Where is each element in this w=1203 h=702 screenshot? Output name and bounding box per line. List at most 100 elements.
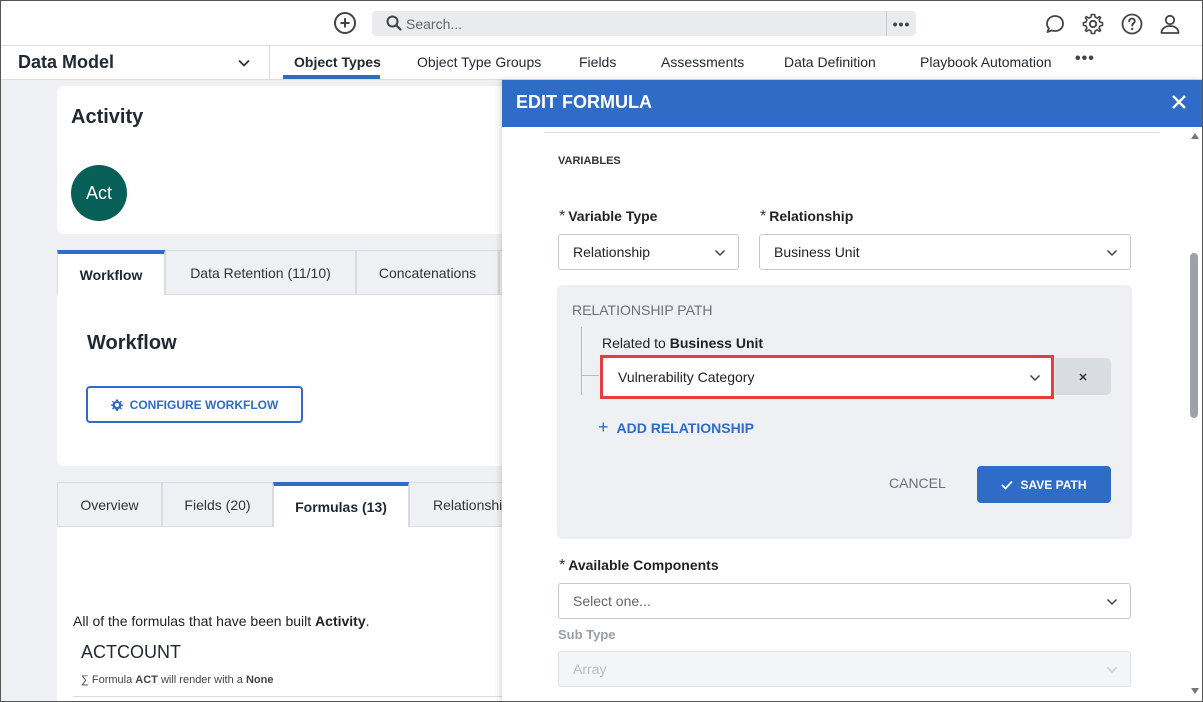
tab-fields[interactable]: Fields (20): [162, 482, 273, 527]
save-path-button[interactable]: SAVE PATH: [977, 466, 1111, 503]
variable-type-label-text: Variable Type: [568, 208, 658, 224]
more-icon[interactable]: •••: [886, 11, 916, 36]
tab-concatenations[interactable]: Concatenations: [356, 250, 499, 295]
tab-object-type-groups[interactable]: Object Type Groups: [417, 54, 541, 70]
scrollbar[interactable]: [1188, 133, 1200, 698]
formulas-description: All of the formulas that have been built…: [73, 613, 370, 629]
edit-formula-panel: EDIT FORMULA VARIABLES * Variable Type Re…: [502, 80, 1202, 701]
chevron-down-icon: [1106, 666, 1118, 674]
close-icon: [1079, 372, 1087, 381]
relationship-label-text: Relationship: [769, 208, 854, 224]
related-object-select[interactable]: Vulnerability Category: [600, 355, 1054, 399]
top-bar: + •••: [1, 1, 1202, 46]
available-components-select[interactable]: Select one...: [558, 583, 1131, 619]
tab-playbook-automation[interactable]: Playbook Automation: [920, 54, 1052, 70]
note-middle: will render with a: [157, 674, 246, 686]
nav-bar: Data Model Object Types Object Type Grou…: [1, 46, 1202, 80]
tree-connector: [581, 327, 582, 395]
related-object: Business Unit: [669, 335, 764, 351]
modal-title: EDIT FORMULA: [516, 92, 652, 112]
add-relationship-label: ADD RELATIONSHIP: [616, 419, 754, 436]
relationship-select[interactable]: Business Unit: [759, 234, 1131, 270]
related-to-label: Related to Business Unit: [602, 335, 763, 351]
description-text: All of the formulas that have been built: [73, 613, 316, 629]
variable-type-select[interactable]: Relationship: [558, 234, 739, 270]
variable-type-value: Relationship: [573, 244, 651, 260]
available-components-placeholder: Select one...: [573, 593, 651, 609]
tab-fields[interactable]: Fields: [579, 54, 616, 70]
chevron-down-icon[interactable]: [237, 56, 251, 70]
sub-type-value: Array: [573, 661, 607, 677]
tab-data-retention[interactable]: Data Retention (11/10): [165, 250, 356, 295]
related-object-value: Vulnerability Category: [618, 369, 755, 385]
formulas-card: Overview Fields (20) Formulas (13) Relat…: [57, 482, 517, 701]
close-icon[interactable]: [1170, 93, 1188, 111]
gear-icon: [110, 399, 123, 411]
relationship-value: Business Unit: [774, 244, 860, 260]
chat-icon[interactable]: [1043, 12, 1067, 36]
tab-relationships[interactable]: Relationshi: [409, 482, 517, 527]
tab-data-definition[interactable]: Data Definition: [784, 54, 876, 70]
note-code: ACT: [135, 674, 158, 686]
description-object: Activity: [315, 613, 366, 629]
chevron-down-icon: [1106, 598, 1118, 606]
relationship-label: * Relationship: [760, 208, 853, 226]
required-marker: *: [559, 557, 566, 574]
tab-workflow[interactable]: Workflow: [57, 250, 165, 295]
tab-assessments[interactable]: Assessments: [661, 54, 744, 70]
sub-type-select: Array: [558, 651, 1131, 687]
workflow-card: Workflow Data Retention (11/10) Concaten…: [57, 250, 517, 466]
check-icon: [1001, 480, 1014, 490]
workflow-tabs: Workflow Data Retention (11/10) Concaten…: [57, 250, 517, 295]
sub-type-label: Sub Type: [558, 627, 616, 642]
scroll-up-arrow[interactable]: [1191, 133, 1199, 139]
page-title: Activity: [71, 106, 144, 128]
tab-overview[interactable]: Overview: [57, 482, 162, 527]
variable-type-label: * Variable Type: [559, 208, 657, 226]
plus-icon: +: [598, 417, 609, 437]
more-tabs-icon[interactable]: •••: [1075, 50, 1095, 68]
divider: [544, 132, 1160, 133]
add-circle-icon[interactable]: +: [334, 12, 356, 34]
formula-name[interactable]: ACTCOUNT: [81, 642, 181, 663]
user-icon[interactable]: [1158, 12, 1182, 36]
configure-workflow-label: CONFIGURE WORKFLOW: [129, 397, 279, 412]
chevron-down-icon: [1029, 374, 1041, 382]
formulas-tabs: Overview Fields (20) Formulas (13) Relat…: [57, 482, 517, 527]
tree-connector: [581, 375, 599, 376]
relationship-path-title: RELATIONSHIP PATH: [572, 302, 713, 318]
configure-workflow-button[interactable]: CONFIGURE WORKFLOW: [86, 386, 303, 423]
tab-formulas[interactable]: Formulas (13): [273, 482, 409, 527]
chevron-down-icon: [1106, 249, 1118, 257]
activity-card: Activity Act: [57, 86, 517, 234]
help-icon[interactable]: [1120, 12, 1144, 36]
gear-icon[interactable]: [1081, 12, 1105, 36]
variables-label: VARIABLES: [558, 155, 621, 167]
required-marker: *: [559, 208, 566, 225]
app-frame: + ••• Data Model Object Types Object Typ…: [0, 0, 1203, 702]
available-components-label: * Available Components: [559, 557, 719, 575]
note-prefix: ∑ Formula: [81, 674, 136, 686]
note-value: None: [245, 674, 274, 686]
related-prefix: Related to: [602, 335, 670, 351]
chevron-down-icon: [714, 249, 726, 257]
search-icon: [386, 15, 402, 31]
cancel-button[interactable]: CANCEL: [889, 475, 946, 491]
avatar: Act: [71, 165, 127, 221]
save-path-label: SAVE PATH: [1020, 477, 1087, 492]
search-bar[interactable]: •••: [372, 11, 916, 36]
available-components-label-text: Available Components: [568, 557, 719, 573]
tab-object-types[interactable]: Object Types: [294, 54, 381, 70]
add-relationship-button[interactable]: + ADD RELATIONSHIP: [598, 417, 754, 438]
scroll-down-arrow[interactable]: [1191, 688, 1199, 694]
remove-relationship-button[interactable]: [1055, 358, 1111, 395]
scrollbar-thumb[interactable]: [1190, 253, 1198, 418]
relationship-path-panel: RELATIONSHIP PATH Related to Business Un…: [557, 285, 1132, 539]
formula-note: ∑ Formula ACT will render with a None: [81, 674, 273, 686]
description-suffix: .: [365, 613, 370, 629]
active-tab-indicator: [283, 75, 380, 79]
nav-title[interactable]: Data Model: [18, 52, 114, 73]
search-input[interactable]: [406, 11, 876, 36]
required-marker: *: [760, 208, 767, 225]
modal-header: EDIT FORMULA: [502, 80, 1202, 127]
